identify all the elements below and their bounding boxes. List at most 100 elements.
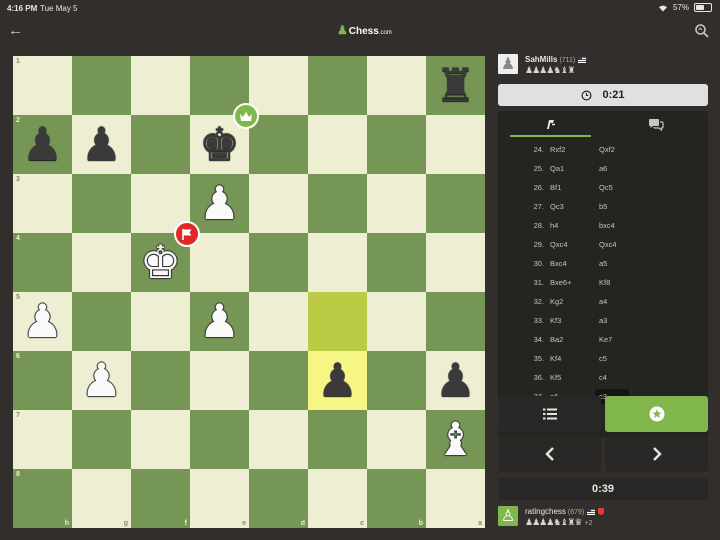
square-d2[interactable] [249, 115, 308, 174]
white-move[interactable]: Bf1 [550, 183, 561, 192]
white-pawn-piece[interactable]: ♟ [190, 174, 249, 233]
square-c1[interactable] [308, 56, 367, 115]
black-move[interactable]: a5 [599, 259, 607, 268]
white-move[interactable]: Qc3 [550, 202, 564, 211]
square-h6[interactable]: 6 [13, 351, 72, 410]
square-h2[interactable]: 2 ♟ [13, 115, 72, 174]
square-a4[interactable] [426, 233, 485, 292]
tab-moves[interactable] [498, 111, 603, 137]
black-move[interactable]: b5 [599, 202, 607, 211]
square-g1[interactable] [72, 56, 131, 115]
square-f6[interactable] [131, 351, 190, 410]
white-move[interactable]: Bxe6+ [550, 278, 571, 287]
square-b7[interactable] [367, 410, 426, 469]
square-f2[interactable] [131, 115, 190, 174]
black-move[interactable]: Qxf2 [599, 145, 615, 154]
white-move[interactable]: Kf3 [550, 316, 561, 325]
square-g8[interactable]: g [72, 469, 131, 528]
black-move[interactable]: c5 [599, 354, 607, 363]
square-b5[interactable] [367, 292, 426, 351]
square-g2[interactable]: ♟ [72, 115, 131, 174]
game-review-button[interactable] [605, 396, 708, 432]
square-c4[interactable] [308, 233, 367, 292]
square-d8[interactable]: d [249, 469, 308, 528]
previous-move-button[interactable] [498, 436, 601, 472]
black-pawn-piece[interactable]: ♟ [308, 351, 367, 410]
square-f5[interactable] [131, 292, 190, 351]
square-d3[interactable] [249, 174, 308, 233]
black-pawn-piece[interactable]: ♟ [72, 115, 131, 174]
square-d4[interactable] [249, 233, 308, 292]
white-move[interactable]: h4 [550, 221, 558, 230]
black-move[interactable]: c4 [599, 373, 607, 382]
square-e6[interactable] [190, 351, 249, 410]
square-g4[interactable] [72, 233, 131, 292]
square-h5[interactable]: 5 ♟ [13, 292, 72, 351]
white-move[interactable]: Ba2 [550, 335, 563, 344]
square-a5[interactable] [426, 292, 485, 351]
bottom-player-name[interactable]: ratingchess [525, 507, 566, 516]
square-f4[interactable]: ♚ [131, 221, 200, 292]
black-move[interactable]: Qc5 [599, 183, 613, 192]
avatar[interactable]: ♙ [498, 506, 518, 526]
square-a2[interactable] [426, 115, 485, 174]
square-g6[interactable]: ♟ [72, 351, 131, 410]
square-a8[interactable]: a [426, 469, 485, 528]
avatar[interactable]: ♟ [498, 54, 518, 74]
square-d6[interactable] [249, 351, 308, 410]
square-f1[interactable] [131, 56, 190, 115]
square-e2[interactable]: ♚ [190, 103, 259, 174]
square-h1[interactable]: 1 [13, 56, 72, 115]
black-move[interactable]: Ke7 [599, 335, 612, 344]
white-move[interactable]: Rxf2 [550, 145, 565, 154]
square-d5[interactable] [249, 292, 308, 351]
white-bishop-piece[interactable]: ♝ [426, 410, 485, 469]
move-list-button[interactable] [498, 396, 601, 432]
square-c8[interactable]: c [308, 469, 367, 528]
white-move[interactable]: Bxc4 [550, 259, 567, 268]
square-b6[interactable] [367, 351, 426, 410]
square-e4[interactable] [190, 233, 249, 292]
square-c6[interactable]: ♟ [308, 351, 367, 410]
black-pawn-piece[interactable]: ♟ [426, 351, 485, 410]
square-b4[interactable] [367, 233, 426, 292]
white-pawn-piece[interactable]: ♟ [13, 292, 72, 351]
square-e5[interactable]: ♟ [190, 292, 249, 351]
square-f7[interactable] [131, 410, 190, 469]
white-pawn-piece[interactable]: ♟ [190, 292, 249, 351]
square-h3[interactable]: 3 [13, 174, 72, 233]
black-move[interactable]: a3 [599, 316, 607, 325]
white-move[interactable]: Qxc4 [550, 240, 568, 249]
black-pawn-piece[interactable]: ♟ [13, 115, 72, 174]
white-pawn-piece[interactable]: ♟ [72, 351, 131, 410]
black-move[interactable]: a4 [599, 297, 607, 306]
back-arrow-icon[interactable]: ← [8, 21, 28, 41]
square-a6[interactable]: ♟ [426, 351, 485, 410]
square-b8[interactable]: b [367, 469, 426, 528]
square-f8[interactable]: f [131, 469, 190, 528]
black-move[interactable]: Kf8 [599, 278, 610, 287]
square-b1[interactable] [367, 56, 426, 115]
white-move[interactable]: Kf4 [550, 354, 561, 363]
tab-chat[interactable] [603, 111, 708, 137]
square-b2[interactable] [367, 115, 426, 174]
black-rook-piece[interactable]: ♜ [426, 56, 485, 115]
square-e8[interactable]: e [190, 469, 249, 528]
square-h7[interactable]: 7 [13, 410, 72, 469]
next-move-button[interactable] [605, 436, 708, 472]
square-d7[interactable] [249, 410, 308, 469]
square-c2[interactable] [308, 115, 367, 174]
white-move[interactable]: Kf5 [550, 373, 561, 382]
square-e7[interactable] [190, 410, 249, 469]
square-g5[interactable] [72, 292, 131, 351]
square-h8[interactable]: 8h [13, 469, 72, 528]
square-c5[interactable] [308, 292, 367, 351]
white-move[interactable]: Qa1 [550, 164, 564, 173]
square-g7[interactable] [72, 410, 131, 469]
square-b3[interactable] [367, 174, 426, 233]
square-a3[interactable] [426, 174, 485, 233]
square-e3[interactable]: ♟ [190, 174, 249, 233]
white-move[interactable]: Kg2 [550, 297, 563, 306]
black-move[interactable]: bxc4 [599, 221, 615, 230]
black-move[interactable]: a6 [599, 164, 607, 173]
